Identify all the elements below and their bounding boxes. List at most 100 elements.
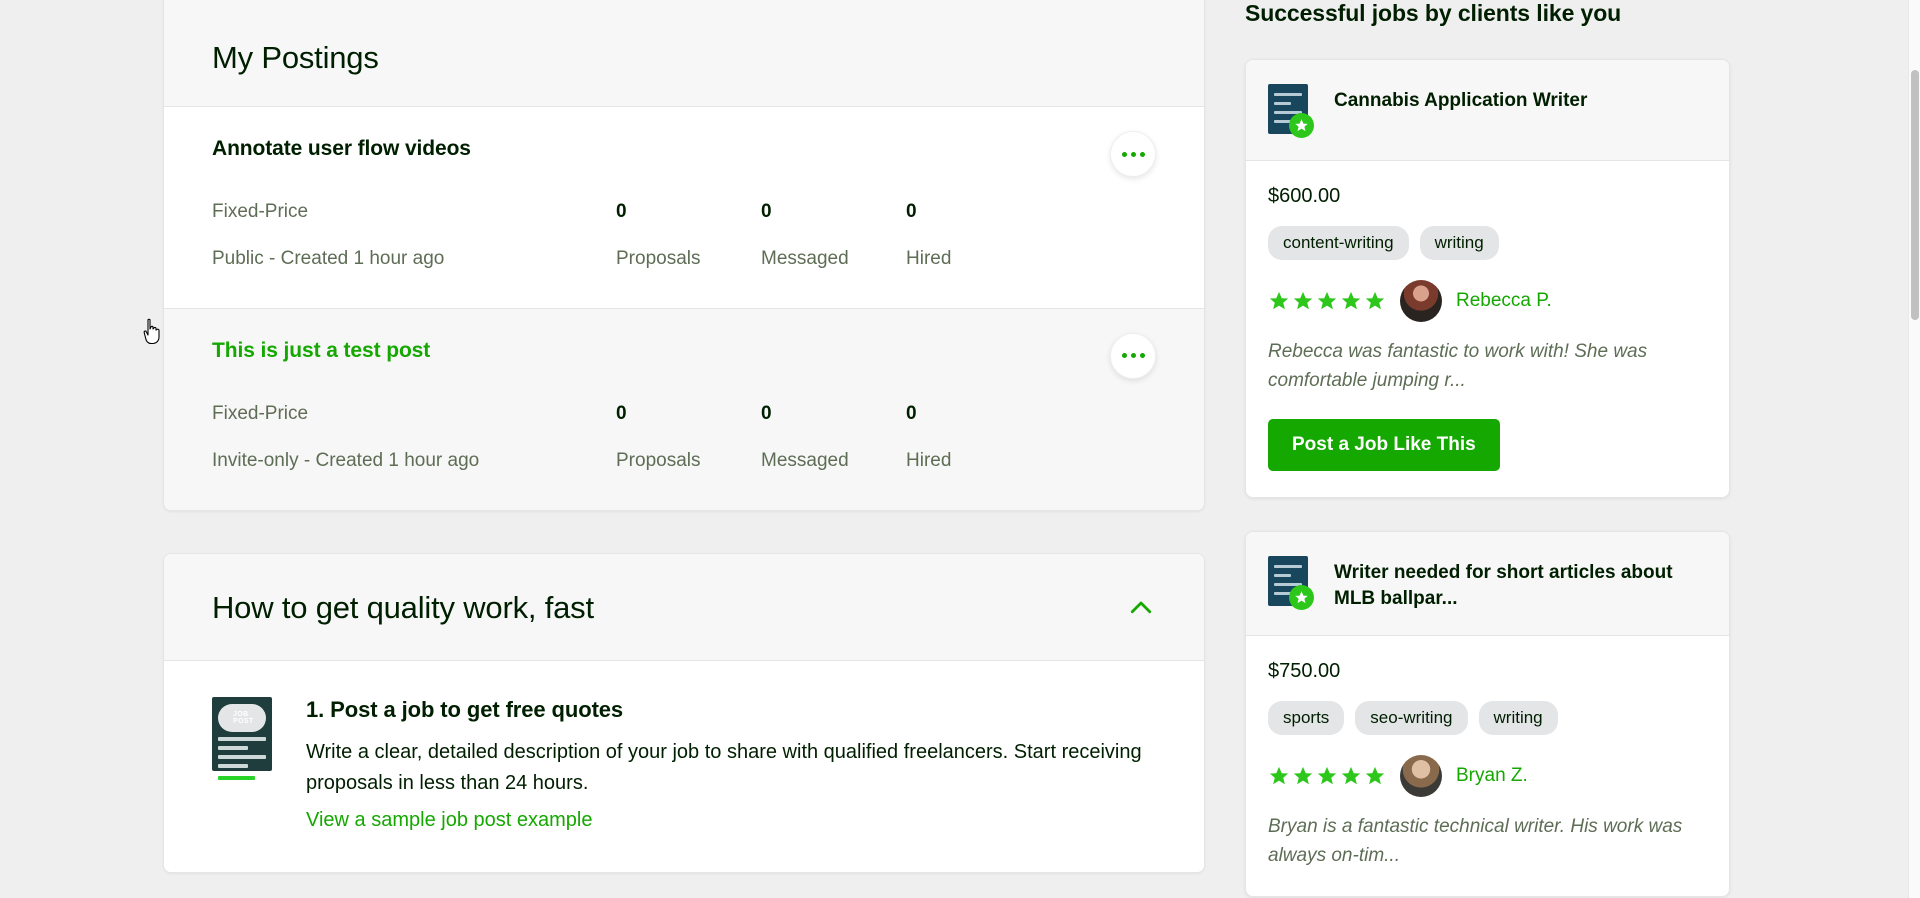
kebab-menu-icon[interactable] <box>1110 333 1156 379</box>
document-line <box>1274 565 1302 568</box>
chevron-up-icon[interactable] <box>1126 593 1156 623</box>
posting-top: This is just a test post <box>212 339 1156 379</box>
how-to-card: How to get quality work, fast JOB POST 1… <box>163 553 1205 873</box>
posting-top: Annotate user flow videos <box>212 137 1156 177</box>
stat-hired: 0 Hired <box>906 197 1051 274</box>
page-scrollbar[interactable] <box>1908 0 1920 898</box>
job-tag[interactable]: content-writing <box>1268 226 1409 260</box>
job-tag[interactable]: sports <box>1268 701 1344 735</box>
kebab-dot <box>1140 152 1145 157</box>
my-postings-card: My Postings Annotate user flow videos Fi… <box>163 0 1205 511</box>
sidebar-title: Successful jobs by clients like you <box>1245 0 1730 27</box>
job-card-title[interactable]: Cannabis Application Writer <box>1334 84 1587 114</box>
job-post-icon-bar <box>218 746 248 750</box>
job-card-title[interactable]: Writer needed for short articles about M… <box>1334 556 1707 611</box>
review-text: Rebecca was fantastic to work with! She … <box>1268 338 1707 395</box>
successful-job-card[interactable]: Cannabis Application Writer $600.00 cont… <box>1245 59 1730 498</box>
stat-label: Proposals <box>616 446 761 475</box>
job-price: $750.00 <box>1268 660 1707 683</box>
kebab-dot <box>1131 152 1136 157</box>
stat-label: Messaged <box>761 244 906 273</box>
stat-value: 0 <box>761 399 906 428</box>
posting-row[interactable]: Annotate user flow videos Fixed-Price Pu… <box>164 107 1204 309</box>
document-star-icon <box>1268 84 1312 136</box>
posting-type: Fixed-Price <box>212 197 616 226</box>
avatar <box>1400 280 1442 322</box>
stat-proposals: 0 Proposals <box>616 399 761 476</box>
posting-visibility: Public - Created 1 hour ago <box>212 244 616 273</box>
job-tag[interactable]: seo-writing <box>1355 701 1467 735</box>
reviewer-name[interactable]: Bryan Z. <box>1456 765 1528 787</box>
document-star-icon <box>1268 556 1312 608</box>
main-content-column: My Postings Annotate user flow videos Fi… <box>0 0 1245 898</box>
mouse-cursor-pointer <box>141 318 163 346</box>
reviewer-name[interactable]: Rebecca P. <box>1456 290 1552 312</box>
job-tags: sports seo-writing writing <box>1268 701 1707 735</box>
stat-proposals: 0 Proposals <box>616 197 761 274</box>
document-line <box>1274 102 1291 105</box>
stat-value: 0 <box>761 197 906 226</box>
scrollbar-thumb[interactable] <box>1911 70 1919 320</box>
job-post-icon-bar <box>218 755 266 759</box>
stat-hired: 0 Hired <box>906 399 1051 476</box>
successful-job-card[interactable]: Writer needed for short articles about M… <box>1245 531 1730 897</box>
document-line <box>1274 93 1302 96</box>
kebab-menu-icon[interactable] <box>1110 131 1156 177</box>
stat-label: Hired <box>906 446 1051 475</box>
kebab-dot <box>1131 353 1136 358</box>
sample-job-post-link[interactable]: View a sample job post example <box>306 809 592 832</box>
kebab-dot <box>1140 353 1145 358</box>
posting-meta-left: Fixed-Price Invite-only - Created 1 hour… <box>212 399 616 476</box>
post-a-job-like-this-button[interactable]: Post a Job Like This <box>1268 419 1500 471</box>
posting-title[interactable]: This is just a test post <box>212 339 430 363</box>
stat-label: Proposals <box>616 244 761 273</box>
kebab-dot <box>1122 353 1127 358</box>
stat-messaged: 0 Messaged <box>761 399 906 476</box>
job-tag[interactable]: writing <box>1479 701 1558 735</box>
job-tag[interactable]: writing <box>1420 226 1499 260</box>
reviewer-row: Bryan Z. <box>1268 755 1707 797</box>
document-line <box>1274 574 1291 577</box>
reviewer-row: Rebecca P. <box>1268 280 1707 322</box>
posting-row[interactable]: This is just a test post Fixed-Price Inv… <box>164 309 1204 510</box>
my-postings-header: My Postings <box>164 0 1204 107</box>
star-badge-icon <box>1289 113 1314 138</box>
review-text: Bryan is a fantastic technical writer. H… <box>1268 813 1707 870</box>
how-to-header[interactable]: How to get quality work, fast <box>164 554 1204 661</box>
job-price: $600.00 <box>1268 185 1707 208</box>
job-post-icon: JOB POST <box>212 697 272 771</box>
stat-label: Hired <box>906 244 1051 273</box>
job-card-header: Cannabis Application Writer <box>1246 60 1729 161</box>
how-to-body: JOB POST 1. Post a job to get free quote… <box>164 661 1204 872</box>
stat-value: 0 <box>616 399 761 428</box>
page-root: My Postings Annotate user flow videos Fi… <box>0 0 1920 898</box>
kebab-dot <box>1122 152 1127 157</box>
step-description: Write a clear, detailed description of y… <box>306 737 1156 799</box>
star-rating <box>1268 290 1386 312</box>
job-post-icon-bar <box>218 764 248 768</box>
star-badge-icon <box>1289 585 1314 610</box>
posting-visibility: Invite-only - Created 1 hour ago <box>212 446 616 475</box>
posting-meta: Fixed-Price Invite-only - Created 1 hour… <box>212 399 1156 476</box>
step-title: 1. Post a job to get free quotes <box>306 697 1156 723</box>
star-rating <box>1268 765 1386 787</box>
job-card-body: $600.00 content-writing writing Rebecca … <box>1246 161 1729 497</box>
how-to-step: 1. Post a job to get free quotes Write a… <box>306 697 1156 832</box>
stat-messaged: 0 Messaged <box>761 197 906 274</box>
sidebar-column: Successful jobs by clients like you Cann… <box>1245 0 1920 898</box>
stat-value: 0 <box>906 399 1051 428</box>
job-card-body: $750.00 sports seo-writing writing <box>1246 636 1729 896</box>
posting-meta-left: Fixed-Price Public - Created 1 hour ago <box>212 197 616 274</box>
job-post-icon-label: JOB POST <box>218 704 266 732</box>
page-title: My Postings <box>212 40 1156 76</box>
job-post-icon-bar-accent <box>218 776 255 780</box>
posting-meta: Fixed-Price Public - Created 1 hour ago … <box>212 197 1156 274</box>
job-tags: content-writing writing <box>1268 226 1707 260</box>
job-card-header: Writer needed for short articles about M… <box>1246 532 1729 636</box>
avatar <box>1400 755 1442 797</box>
posting-title[interactable]: Annotate user flow videos <box>212 137 471 161</box>
stat-label: Messaged <box>761 446 906 475</box>
stat-value: 0 <box>906 197 1051 226</box>
how-to-title: How to get quality work, fast <box>212 590 594 626</box>
job-post-icon-bar <box>218 737 266 741</box>
